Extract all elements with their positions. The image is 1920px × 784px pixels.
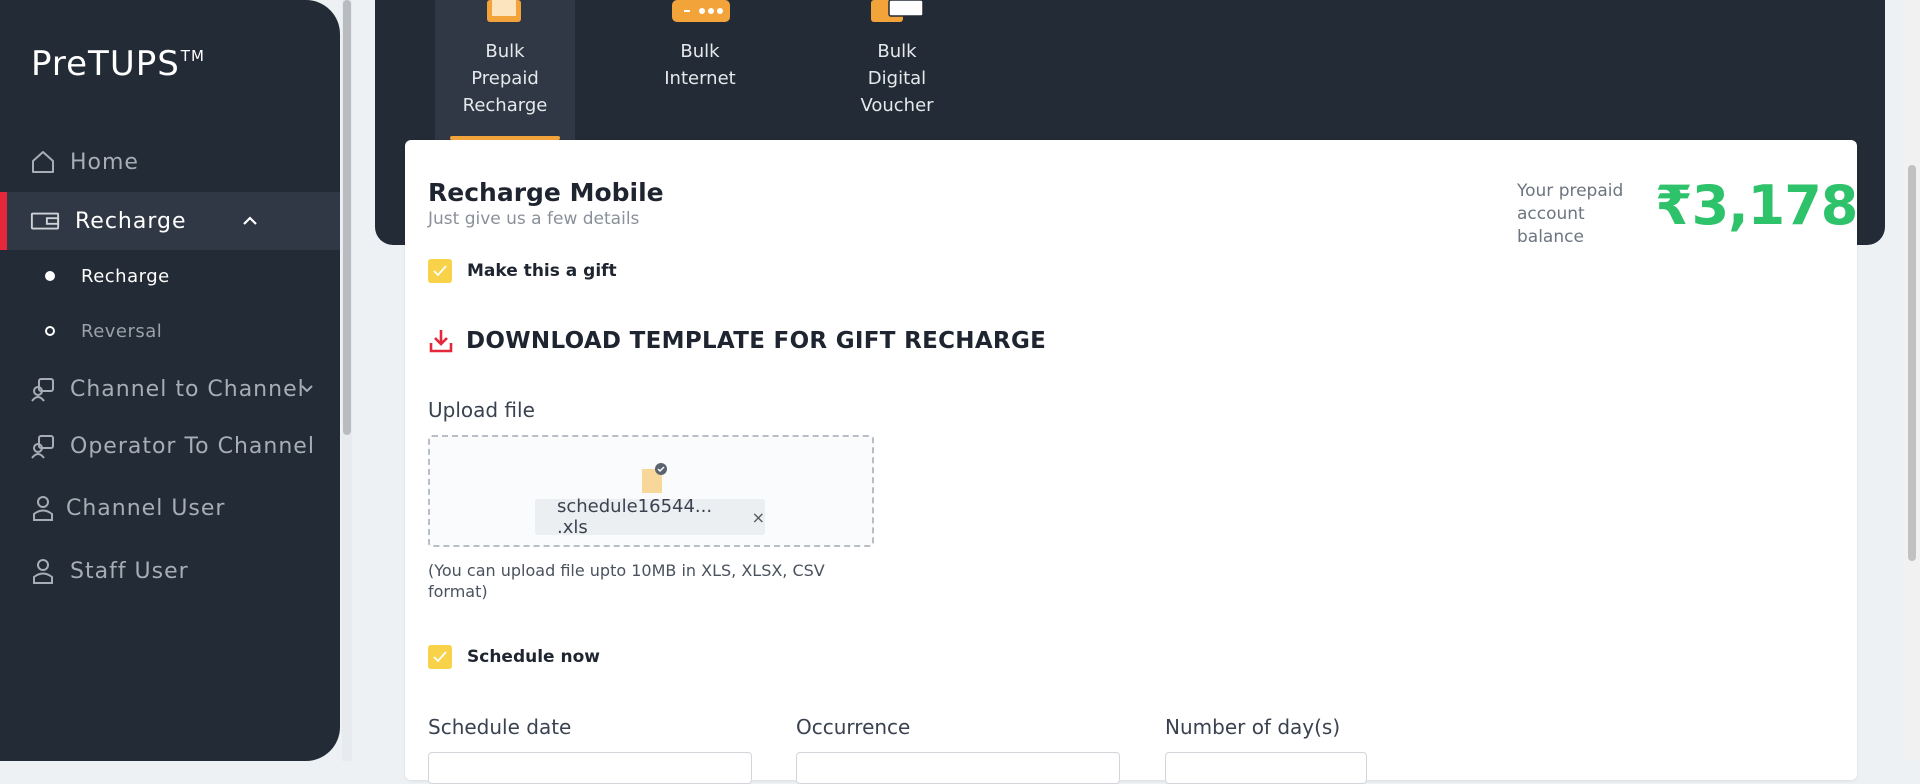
sidebar-item-label: Channel User xyxy=(66,495,226,521)
sidebar-subitem-label: Reversal xyxy=(81,320,163,342)
bullet-hollow-icon xyxy=(45,326,55,336)
wallet-icon xyxy=(30,206,60,236)
channel-transfer-icon xyxy=(28,374,58,404)
tab-label-line: Bulk xyxy=(680,41,720,62)
download-template-link[interactable]: DOWNLOAD TEMPLATE FOR GIFT RECHARGE xyxy=(466,328,1046,354)
chevron-up-icon[interactable] xyxy=(235,206,265,236)
upload-file-label: Upload file xyxy=(428,398,535,422)
sidebar-item-label: Operator To Channel xyxy=(70,433,315,459)
tab-bulk-prepaid-recharge[interactable]: Bulk Prepaid Recharge xyxy=(435,0,575,140)
voucher-icon xyxy=(871,0,924,22)
sidebar-item-home[interactable]: Home xyxy=(0,133,340,191)
sidebar-subitem-label: Recharge xyxy=(81,265,170,287)
tab-label-line: Recharge xyxy=(462,95,548,116)
check-icon xyxy=(433,651,447,663)
schedule-date-input[interactable] xyxy=(428,752,752,784)
uploaded-file-icon xyxy=(642,463,667,493)
app-logo[interactable]: PreTUPSTM xyxy=(31,44,205,84)
router-icon xyxy=(672,0,730,22)
sidebar-item-operator-to-channel[interactable]: Operator To Channel xyxy=(0,417,340,475)
recharge-form-card: Recharge Mobile Just give us a few detai… xyxy=(405,140,1858,784)
balance-label-line: Your prepaid xyxy=(1517,181,1624,201)
gift-checkbox[interactable] xyxy=(428,259,452,283)
check-icon xyxy=(433,265,447,277)
file-dropzone[interactable]: schedule16544... .xls × xyxy=(428,435,874,547)
sidebar-item-channel-to-channel[interactable]: Channel to Channel xyxy=(0,360,340,418)
tab-bulk-digital-voucher[interactable]: Bulk Digital Voucher xyxy=(827,0,967,140)
tab-label-line: Digital xyxy=(867,68,927,89)
sidebar-item-label: Home xyxy=(70,149,139,175)
tab-label-line: Bulk xyxy=(877,41,917,62)
logo-text: PreTUPS xyxy=(31,44,180,84)
upload-hint: (You can upload file upto 10MB in XLS, X… xyxy=(428,561,825,601)
chevron-down-icon[interactable] xyxy=(292,374,322,404)
sidebar-subitem-recharge[interactable]: Recharge xyxy=(0,256,340,296)
gift-checkbox-label[interactable]: Make this a gift xyxy=(467,261,617,281)
sidebar: PreTUPSTM Home Recharge Recharge Reversa… xyxy=(0,0,340,761)
occurrence-label: Occurrence xyxy=(796,715,911,739)
balance-label-line: account balance xyxy=(1517,204,1585,247)
schedule-date-label: Schedule date xyxy=(428,715,572,739)
download-icon[interactable] xyxy=(428,328,454,354)
sidebar-item-label: Recharge xyxy=(75,208,187,234)
bullet-filled-icon xyxy=(45,271,55,281)
tab-label-line: Prepaid xyxy=(471,68,539,89)
sidebar-item-staff-user[interactable]: Staff User xyxy=(0,542,340,600)
page-title: Recharge Mobile xyxy=(428,178,664,207)
sidebar-scrollbar-thumb[interactable] xyxy=(343,0,351,435)
balance-label: Your prepaid account balance xyxy=(1517,180,1657,249)
sidebar-item-label: Channel to Channel xyxy=(70,376,305,402)
sidebar-item-label: Staff User xyxy=(70,558,189,584)
file-name: schedule16544... .xls xyxy=(557,496,713,538)
number-of-days-input[interactable] xyxy=(1165,752,1367,784)
sidebar-item-channel-user[interactable]: Channel User xyxy=(0,479,340,537)
tab-label-line: Bulk xyxy=(485,41,525,62)
sidebar-item-recharge[interactable]: Recharge xyxy=(0,192,340,250)
tab-label-line: Internet xyxy=(664,68,736,89)
staff-user-icon xyxy=(28,556,58,586)
main-scrollbar-thumb[interactable] xyxy=(1908,165,1916,561)
remove-file-icon[interactable]: × xyxy=(752,508,765,527)
schedule-now-checkbox[interactable] xyxy=(428,645,452,669)
schedule-now-label[interactable]: Schedule now xyxy=(467,647,600,667)
page-subtitle: Just give us a few details xyxy=(428,209,640,229)
tab-label-line: Voucher xyxy=(860,95,934,116)
home-icon xyxy=(28,147,58,177)
number-of-days-label: Number of day(s) xyxy=(1165,715,1341,739)
file-chip: schedule16544... .xls × xyxy=(535,496,765,538)
occurrence-select[interactable] xyxy=(796,752,1120,784)
operator-channel-icon xyxy=(28,431,58,461)
sidebar-subitem-reversal[interactable]: Reversal xyxy=(0,311,340,351)
prepaid-recharge-icon xyxy=(487,0,521,22)
logo-trademark: TM xyxy=(180,47,205,65)
tab-bulk-internet[interactable]: Bulk Internet xyxy=(630,0,770,140)
user-icon xyxy=(28,493,58,523)
balance-amount: ₹3,178 xyxy=(1655,174,1858,237)
